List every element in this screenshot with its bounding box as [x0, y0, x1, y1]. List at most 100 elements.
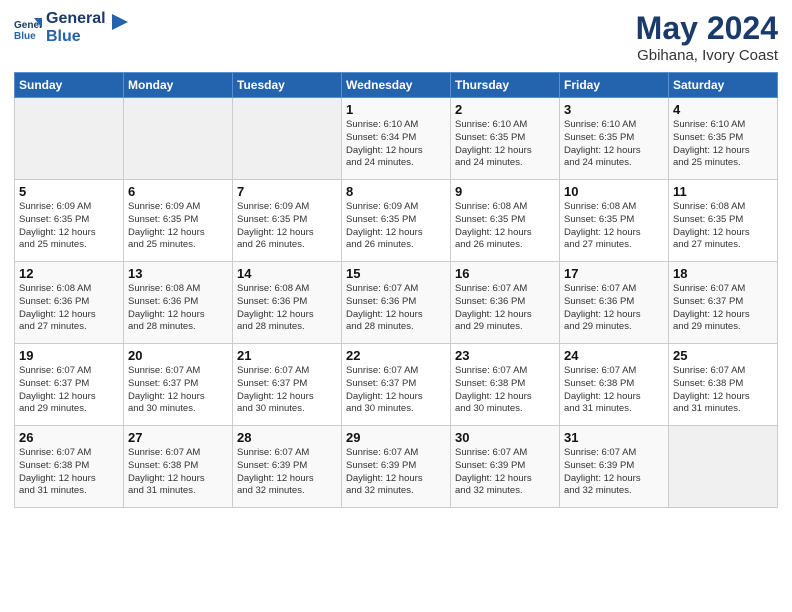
calendar-cell: 12Sunrise: 6:08 AM Sunset: 6:36 PM Dayli… — [15, 262, 124, 344]
day-number: 30 — [455, 430, 555, 445]
calendar-cell: 8 Sunrise: 6:09 AM Sunset: 6:35 PM Daylig… — [342, 180, 451, 262]
calendar-cell: 4 Sunrise: 6:10 AM Sunset: 6:35 PM Daylig… — [669, 98, 778, 180]
svg-text:Blue: Blue — [14, 31, 36, 42]
logo-general: General — [46, 10, 106, 28]
day-info: Sunrise: 6:07 AM Sunset: 6:36 PM Dayligh… — [564, 283, 664, 334]
day-number: 1 — [346, 102, 446, 117]
day-info: Sunrise: 6:07 AM Sunset: 6:37 PM Dayligh… — [128, 365, 228, 416]
calendar-cell: 16 Sunrise: 6:07 AM Sunset: 6:36 PM Dayli… — [451, 262, 560, 344]
calendar-cell: 31 Sunrise: 6:07 AM Sunset: 6:39 PM Dayli… — [560, 426, 669, 508]
col-header-thursday: Thursday — [451, 73, 560, 98]
day-info: Sunrise: 6:07 AM Sunset: 6:39 PM Dayligh… — [455, 447, 555, 498]
calendar-cell: 21Sunrise: 6:07 AM Sunset: 6:37 PM Dayli… — [233, 344, 342, 426]
day-number: 2 — [455, 102, 555, 117]
day-number: 7 — [237, 184, 337, 199]
subtitle: Gbihana, Ivory Coast — [636, 47, 778, 64]
day-info: Sunrise: 6:07 AM Sunset: 6:39 PM Dayligh… — [564, 447, 664, 498]
day-number: 16 — [455, 266, 555, 281]
day-info: Sunrise: 6:10 AM Sunset: 6:35 PM Dayligh… — [564, 119, 664, 170]
calendar-cell: 3 Sunrise: 6:10 AM Sunset: 6:35 PM Daylig… — [560, 98, 669, 180]
day-info: Sunrise: 6:07 AM Sunset: 6:38 PM Dayligh… — [564, 365, 664, 416]
day-info: Sunrise: 6:09 AM Sunset: 6:35 PM Dayligh… — [237, 201, 337, 252]
calendar-cell: 19 Sunrise: 6:07 AM Sunset: 6:37 PM Dayli… — [15, 344, 124, 426]
calendar-cell: 10 Sunrise: 6:08 AM Sunset: 6:35 PM Dayli… — [560, 180, 669, 262]
day-number: 8 — [346, 184, 446, 199]
day-number: 23 — [455, 348, 555, 363]
title-block: May 2024 Gbihana, Ivory Coast — [636, 10, 778, 64]
day-info: Sunrise: 6:07 AM Sunset: 6:39 PM Dayligh… — [237, 447, 337, 498]
day-number: 11 — [673, 184, 773, 199]
calendar-cell: 14 Sunrise: 6:08 AM Sunset: 6:36 PM Dayli… — [233, 262, 342, 344]
calendar-cell: 18 Sunrise: 6:07 AM Sunset: 6:37 PM Dayli… — [669, 262, 778, 344]
calendar-week-2: 5Sunrise: 6:09 AM Sunset: 6:35 PM Daylig… — [15, 180, 778, 262]
day-number: 9 — [455, 184, 555, 199]
day-info: Sunrise: 6:07 AM Sunset: 6:37 PM Dayligh… — [19, 365, 119, 416]
day-info: Sunrise: 6:07 AM Sunset: 6:37 PM Dayligh… — [237, 365, 337, 416]
day-number: 4 — [673, 102, 773, 117]
col-header-wednesday: Wednesday — [342, 73, 451, 98]
day-info: Sunrise: 6:08 AM Sunset: 6:36 PM Dayligh… — [128, 283, 228, 334]
day-info: Sunrise: 6:07 AM Sunset: 6:37 PM Dayligh… — [673, 283, 773, 334]
col-header-saturday: Saturday — [669, 73, 778, 98]
calendar-week-1: 1 Sunrise: 6:10 AM Sunset: 6:34 PM Daylig… — [15, 98, 778, 180]
day-number: 13 — [128, 266, 228, 281]
day-info: Sunrise: 6:09 AM Sunset: 6:35 PM Dayligh… — [19, 201, 119, 252]
day-info: Sunrise: 6:10 AM Sunset: 6:34 PM Dayligh… — [346, 119, 446, 170]
day-number: 26 — [19, 430, 119, 445]
day-number: 24 — [564, 348, 664, 363]
day-info: Sunrise: 6:07 AM Sunset: 6:38 PM Dayligh… — [455, 365, 555, 416]
calendar-cell: 13 Sunrise: 6:08 AM Sunset: 6:36 PM Dayli… — [124, 262, 233, 344]
calendar-cell — [124, 98, 233, 180]
calendar-cell: 11 Sunrise: 6:08 AM Sunset: 6:35 PM Dayli… — [669, 180, 778, 262]
logo-flag-icon — [112, 14, 130, 36]
calendar-cell — [669, 426, 778, 508]
day-number: 29 — [346, 430, 446, 445]
main-title: May 2024 — [636, 10, 778, 47]
calendar-cell: 30 Sunrise: 6:07 AM Sunset: 6:39 PM Dayli… — [451, 426, 560, 508]
col-header-tuesday: Tuesday — [233, 73, 342, 98]
day-number: 17 — [564, 266, 664, 281]
day-number: 18 — [673, 266, 773, 281]
day-info: Sunrise: 6:09 AM Sunset: 6:35 PM Dayligh… — [128, 201, 228, 252]
day-number: 28 — [237, 430, 337, 445]
calendar-cell: 29Sunrise: 6:07 AM Sunset: 6:39 PM Dayli… — [342, 426, 451, 508]
calendar-week-4: 19 Sunrise: 6:07 AM Sunset: 6:37 PM Dayli… — [15, 344, 778, 426]
day-info: Sunrise: 6:08 AM Sunset: 6:36 PM Dayligh… — [237, 283, 337, 334]
day-info: Sunrise: 6:08 AM Sunset: 6:35 PM Dayligh… — [673, 201, 773, 252]
day-info: Sunrise: 6:10 AM Sunset: 6:35 PM Dayligh… — [455, 119, 555, 170]
day-info: Sunrise: 6:08 AM Sunset: 6:35 PM Dayligh… — [564, 201, 664, 252]
calendar-cell: 26Sunrise: 6:07 AM Sunset: 6:38 PM Dayli… — [15, 426, 124, 508]
calendar-cell: 17 Sunrise: 6:07 AM Sunset: 6:36 PM Dayli… — [560, 262, 669, 344]
day-number: 20 — [128, 348, 228, 363]
calendar-cell: 15Sunrise: 6:07 AM Sunset: 6:36 PM Dayli… — [342, 262, 451, 344]
day-number: 27 — [128, 430, 228, 445]
calendar-cell: 9 Sunrise: 6:08 AM Sunset: 6:35 PM Daylig… — [451, 180, 560, 262]
day-number: 12 — [19, 266, 119, 281]
day-info: Sunrise: 6:07 AM Sunset: 6:38 PM Dayligh… — [673, 365, 773, 416]
col-header-friday: Friday — [560, 73, 669, 98]
day-number: 3 — [564, 102, 664, 117]
day-info: Sunrise: 6:09 AM Sunset: 6:35 PM Dayligh… — [346, 201, 446, 252]
calendar-cell: 22Sunrise: 6:07 AM Sunset: 6:37 PM Dayli… — [342, 344, 451, 426]
calendar-table: SundayMondayTuesdayWednesdayThursdayFrid… — [14, 72, 778, 508]
calendar-cell: 5Sunrise: 6:09 AM Sunset: 6:35 PM Daylig… — [15, 180, 124, 262]
calendar-cell: 2 Sunrise: 6:10 AM Sunset: 6:35 PM Daylig… — [451, 98, 560, 180]
day-number: 19 — [19, 348, 119, 363]
calendar-cell: 28 Sunrise: 6:07 AM Sunset: 6:39 PM Dayli… — [233, 426, 342, 508]
day-info: Sunrise: 6:08 AM Sunset: 6:35 PM Dayligh… — [455, 201, 555, 252]
day-number: 14 — [237, 266, 337, 281]
day-number: 6 — [128, 184, 228, 199]
day-number: 22 — [346, 348, 446, 363]
day-number: 31 — [564, 430, 664, 445]
calendar-cell: 27Sunrise: 6:07 AM Sunset: 6:38 PM Dayli… — [124, 426, 233, 508]
day-number: 25 — [673, 348, 773, 363]
logo: General Blue General Blue — [14, 10, 130, 45]
page-header: General Blue General Blue May 2024 Gbiha… — [14, 10, 778, 64]
calendar-cell: 24 Sunrise: 6:07 AM Sunset: 6:38 PM Dayli… — [560, 344, 669, 426]
day-info: Sunrise: 6:07 AM Sunset: 6:36 PM Dayligh… — [346, 283, 446, 334]
calendar-cell — [233, 98, 342, 180]
day-info: Sunrise: 6:07 AM Sunset: 6:36 PM Dayligh… — [455, 283, 555, 334]
day-info: Sunrise: 6:10 AM Sunset: 6:35 PM Dayligh… — [673, 119, 773, 170]
day-number: 10 — [564, 184, 664, 199]
logo-blue: Blue — [46, 28, 106, 46]
